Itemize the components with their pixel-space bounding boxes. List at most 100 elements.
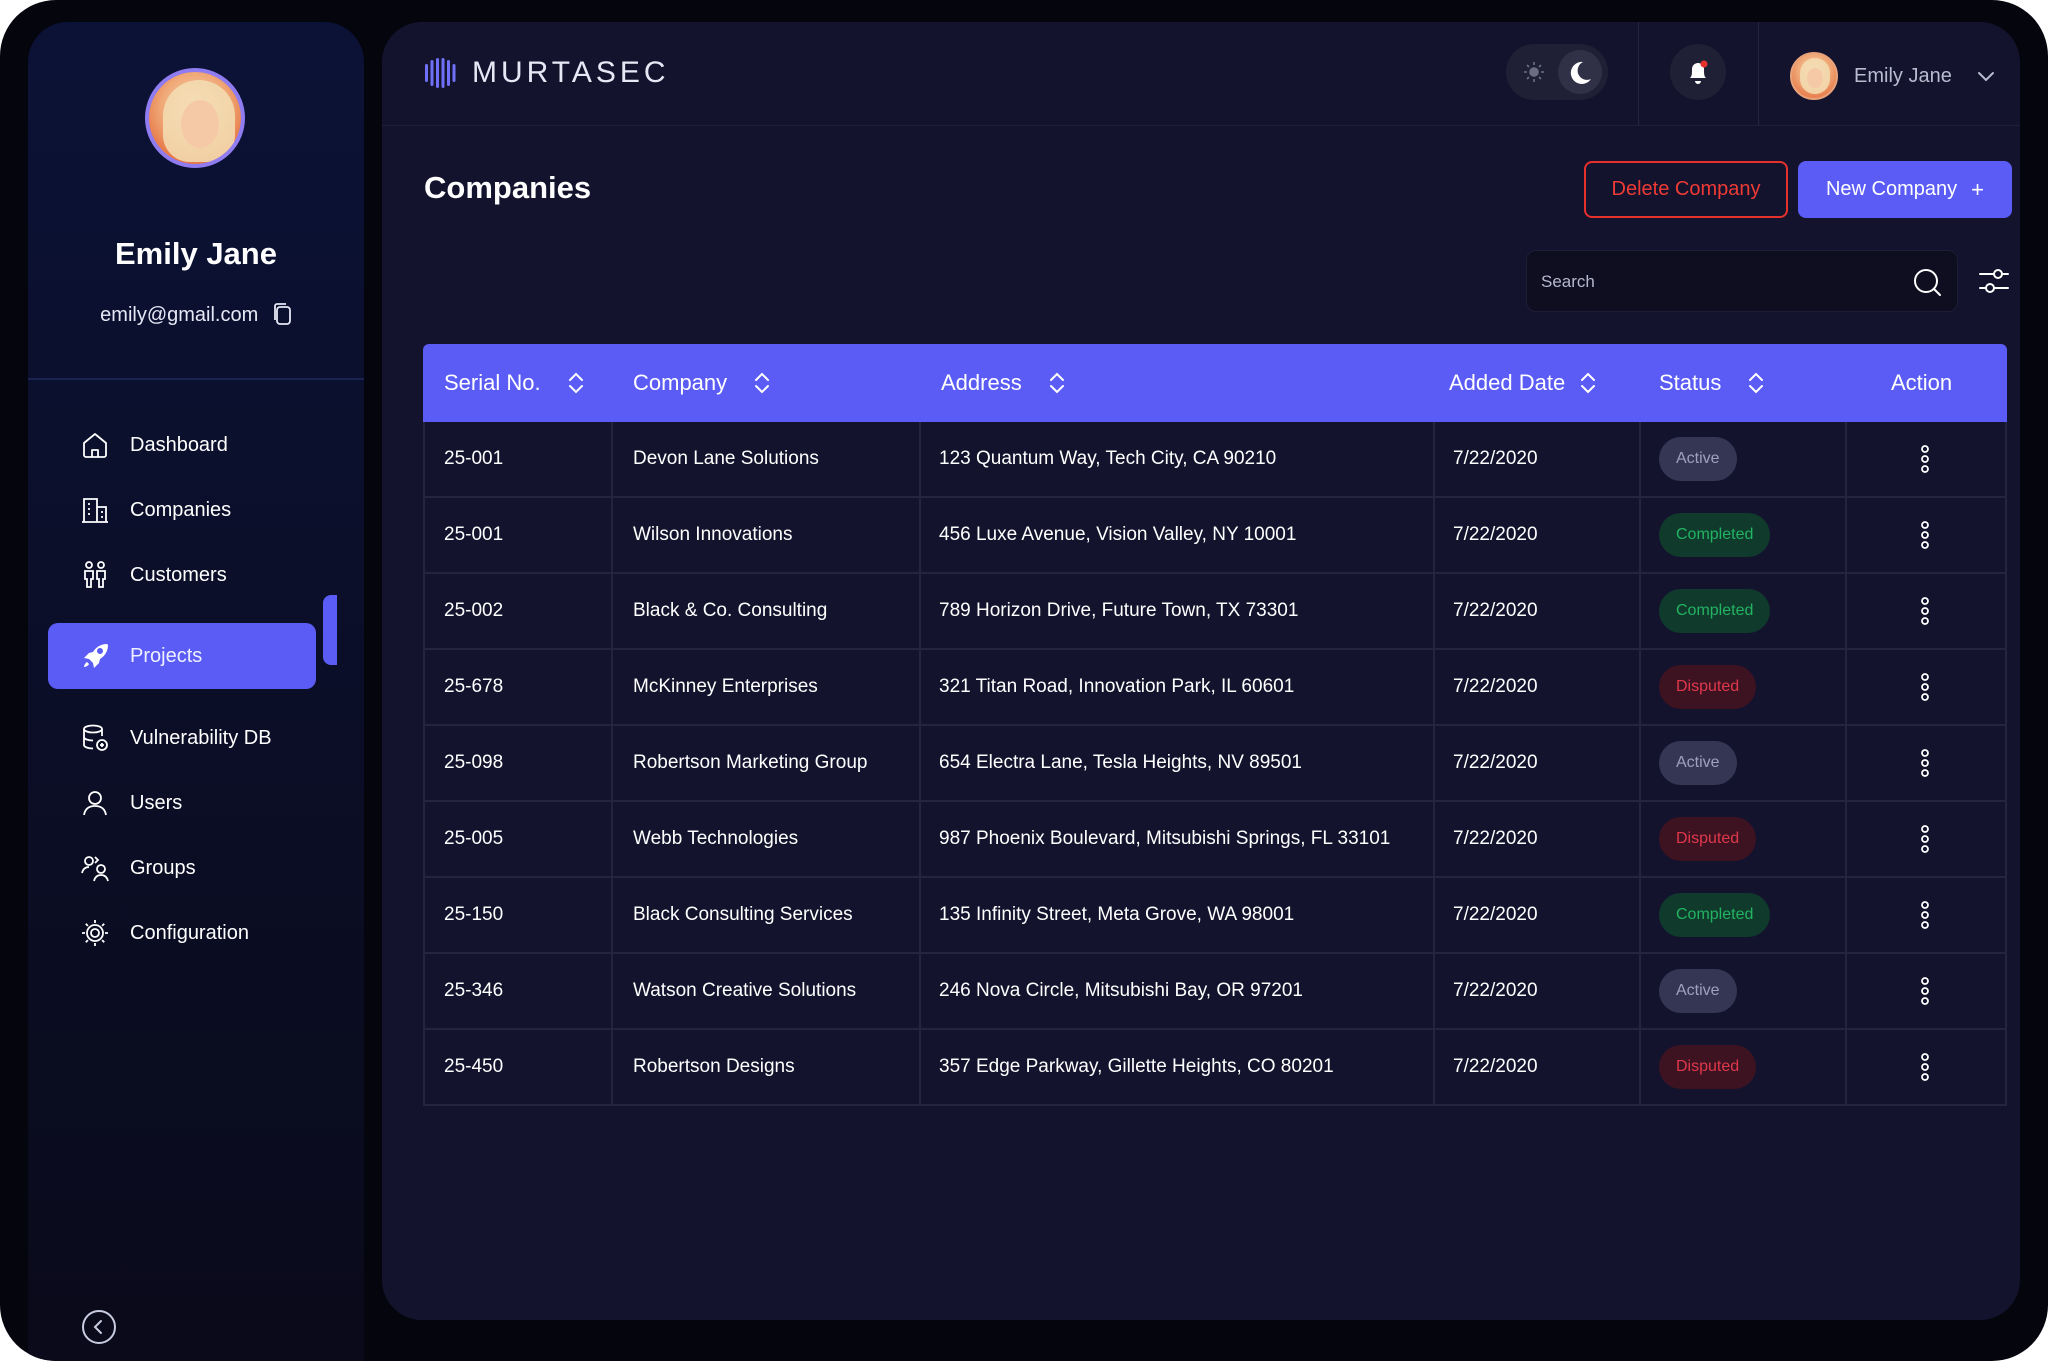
more-options-icon[interactable] xyxy=(1920,824,1930,854)
sidebar: Emily Jane emily@gmail.com Dashboard Com… xyxy=(28,22,364,1361)
cell-company: Devon Lane Solutions xyxy=(633,448,819,469)
cell-company: Black Consulting Services xyxy=(633,904,853,925)
sidebar-item-companies[interactable]: Companies xyxy=(48,477,316,543)
cell-serial: 25-005 xyxy=(444,828,504,849)
cell-company: Black & Co. Consulting xyxy=(633,600,828,621)
plus-icon: + xyxy=(1971,176,1985,202)
column-label: Status xyxy=(1659,370,1722,395)
cell-company: Robertson Designs xyxy=(633,1056,795,1077)
cell-address: 321 Titan Road, Innovation Park, IL 6060… xyxy=(939,676,1295,697)
cell-date: 7/22/2020 xyxy=(1453,524,1538,545)
status-badge: Active xyxy=(1659,741,1737,785)
page-title: Companies xyxy=(424,170,592,205)
cell-serial: 25-098 xyxy=(444,752,504,773)
table-row[interactable]: 25-001 Wilson Innovations 456 Luxe Avenu… xyxy=(423,498,2007,574)
sidebar-item-configuration[interactable]: Configuration xyxy=(48,900,316,966)
more-options-icon[interactable] xyxy=(1920,976,1930,1006)
cell-status: Completed xyxy=(1659,574,1771,648)
delete-company-button[interactable]: Delete Company xyxy=(1584,161,1788,218)
sidebar-item-dashboard[interactable]: Dashboard xyxy=(48,412,316,478)
table-row[interactable]: 25-678 McKinney Enterprises 321 Titan Ro… xyxy=(423,650,2007,726)
topbar-separator xyxy=(1638,22,1639,126)
sidebar-item-label: Customers xyxy=(130,563,227,586)
filter-sliders-icon[interactable] xyxy=(1978,264,2010,298)
sidebar-item-vulnerability-db[interactable]: Vulnerability DB xyxy=(48,705,316,771)
table-body: 25-001 Devon Lane Solutions 123 Quantum … xyxy=(423,422,2007,1106)
sort-icon xyxy=(1749,372,1764,394)
more-options-icon[interactable] xyxy=(1920,672,1930,702)
column-header-address[interactable]: Address xyxy=(941,344,1066,422)
status-badge: Disputed xyxy=(1659,817,1757,861)
cell-status: Disputed xyxy=(1659,650,1757,724)
cell-company: McKinney Enterprises xyxy=(633,676,818,697)
people-icon xyxy=(84,561,106,588)
more-options-icon[interactable] xyxy=(1920,596,1930,626)
cell-company: Robertson Marketing Group xyxy=(633,752,868,773)
cell-serial: 25-002 xyxy=(444,600,504,621)
column-label: Company xyxy=(633,370,728,395)
profile-email: emily@gmail.com xyxy=(28,302,364,327)
column-header-serial[interactable]: Serial No. xyxy=(444,344,585,422)
search-input[interactable] xyxy=(1541,269,1881,295)
cell-address: 123 Quantum Way, Tech City, CA 90210 xyxy=(939,448,1277,469)
profile-avatar[interactable] xyxy=(145,68,245,168)
cell-status: Completed xyxy=(1659,498,1771,572)
notifications-button[interactable] xyxy=(1670,44,1726,100)
cell-date: 7/22/2020 xyxy=(1453,676,1538,697)
status-badge: Completed xyxy=(1659,589,1771,633)
table-row[interactable]: 25-450 Robertson Designs 357 Edge Parkwa… xyxy=(423,1030,2007,1106)
cell-company: Webb Technologies xyxy=(633,828,799,849)
cell-company: Watson Creative Solutions xyxy=(633,980,857,1001)
theme-toggle[interactable] xyxy=(1506,44,1608,100)
profile-email-text: emily@gmail.com xyxy=(100,304,259,326)
user-menu[interactable]: Emily Jane xyxy=(1790,52,1996,100)
sidebar-item-customers[interactable]: Customers xyxy=(48,542,316,608)
table-row[interactable]: 25-002 Black & Co. Consulting 789 Horizo… xyxy=(423,574,2007,650)
sort-icon xyxy=(755,372,770,394)
cell-status: Disputed xyxy=(1659,802,1757,876)
cell-serial: 25-346 xyxy=(444,980,504,1001)
brand-logo[interactable]: MURTASEC xyxy=(424,56,670,90)
more-options-icon[interactable] xyxy=(1920,900,1930,930)
new-company-button[interactable]: New Company + xyxy=(1798,161,2012,218)
more-options-icon[interactable] xyxy=(1920,1052,1930,1082)
cell-date: 7/22/2020 xyxy=(1453,752,1538,773)
search-box xyxy=(1526,250,1958,312)
group-icon xyxy=(81,856,109,882)
table-row[interactable]: 25-005 Webb Technologies 987 Phoenix Bou… xyxy=(423,802,2007,878)
more-options-icon[interactable] xyxy=(1920,444,1930,474)
cell-date: 7/22/2020 xyxy=(1453,600,1538,621)
cell-address: 654 Electra Lane, Tesla Heights, NV 8950… xyxy=(939,752,1302,773)
building-icon xyxy=(82,498,108,523)
topbar-separator xyxy=(1758,22,1759,126)
sidebar-item-label: Users xyxy=(130,791,183,814)
cell-address: 456 Luxe Avenue, Vision Valley, NY 10001 xyxy=(939,524,1297,545)
cell-address: 246 Nova Circle, Mitsubishi Bay, OR 9720… xyxy=(939,980,1303,1001)
sidebar-item-projects[interactable]: Projects xyxy=(48,623,316,689)
column-header-company[interactable]: Company xyxy=(633,344,771,422)
cell-serial: 25-678 xyxy=(444,676,504,697)
search-icon[interactable] xyxy=(1911,266,1943,298)
table-row[interactable]: 25-346 Watson Creative Solutions 246 Nov… xyxy=(423,954,2007,1030)
column-header-status[interactable]: Status xyxy=(1659,344,1765,422)
table-row[interactable]: 25-001 Devon Lane Solutions 123 Quantum … xyxy=(423,422,2007,498)
copy-icon[interactable] xyxy=(272,302,292,326)
table-row[interactable]: 25-098 Robertson Marketing Group 654 Ele… xyxy=(423,726,2007,802)
sidebar-item-groups[interactable]: Groups xyxy=(48,835,316,901)
cell-action xyxy=(1920,1030,1930,1104)
column-header-added-date[interactable]: Added Date xyxy=(1449,344,1597,422)
cell-action xyxy=(1920,726,1930,800)
more-options-icon[interactable] xyxy=(1920,748,1930,778)
collapse-sidebar-button[interactable] xyxy=(82,1310,116,1344)
cell-serial: 25-150 xyxy=(444,904,504,925)
sidebar-item-users[interactable]: Users xyxy=(48,770,316,836)
cell-address: 135 Infinity Street, Meta Grove, WA 9800… xyxy=(939,904,1295,925)
sun-icon xyxy=(1524,62,1544,82)
more-options-icon[interactable] xyxy=(1920,520,1930,550)
cell-status: Active xyxy=(1659,422,1737,496)
database-icon xyxy=(83,724,108,751)
moon-button[interactable] xyxy=(1558,50,1602,94)
cell-address: 987 Phoenix Boulevard, Mitsubishi Spring… xyxy=(939,828,1391,849)
table-row[interactable]: 25-150 Black Consulting Services 135 Inf… xyxy=(423,878,2007,954)
sort-icon xyxy=(568,372,583,394)
